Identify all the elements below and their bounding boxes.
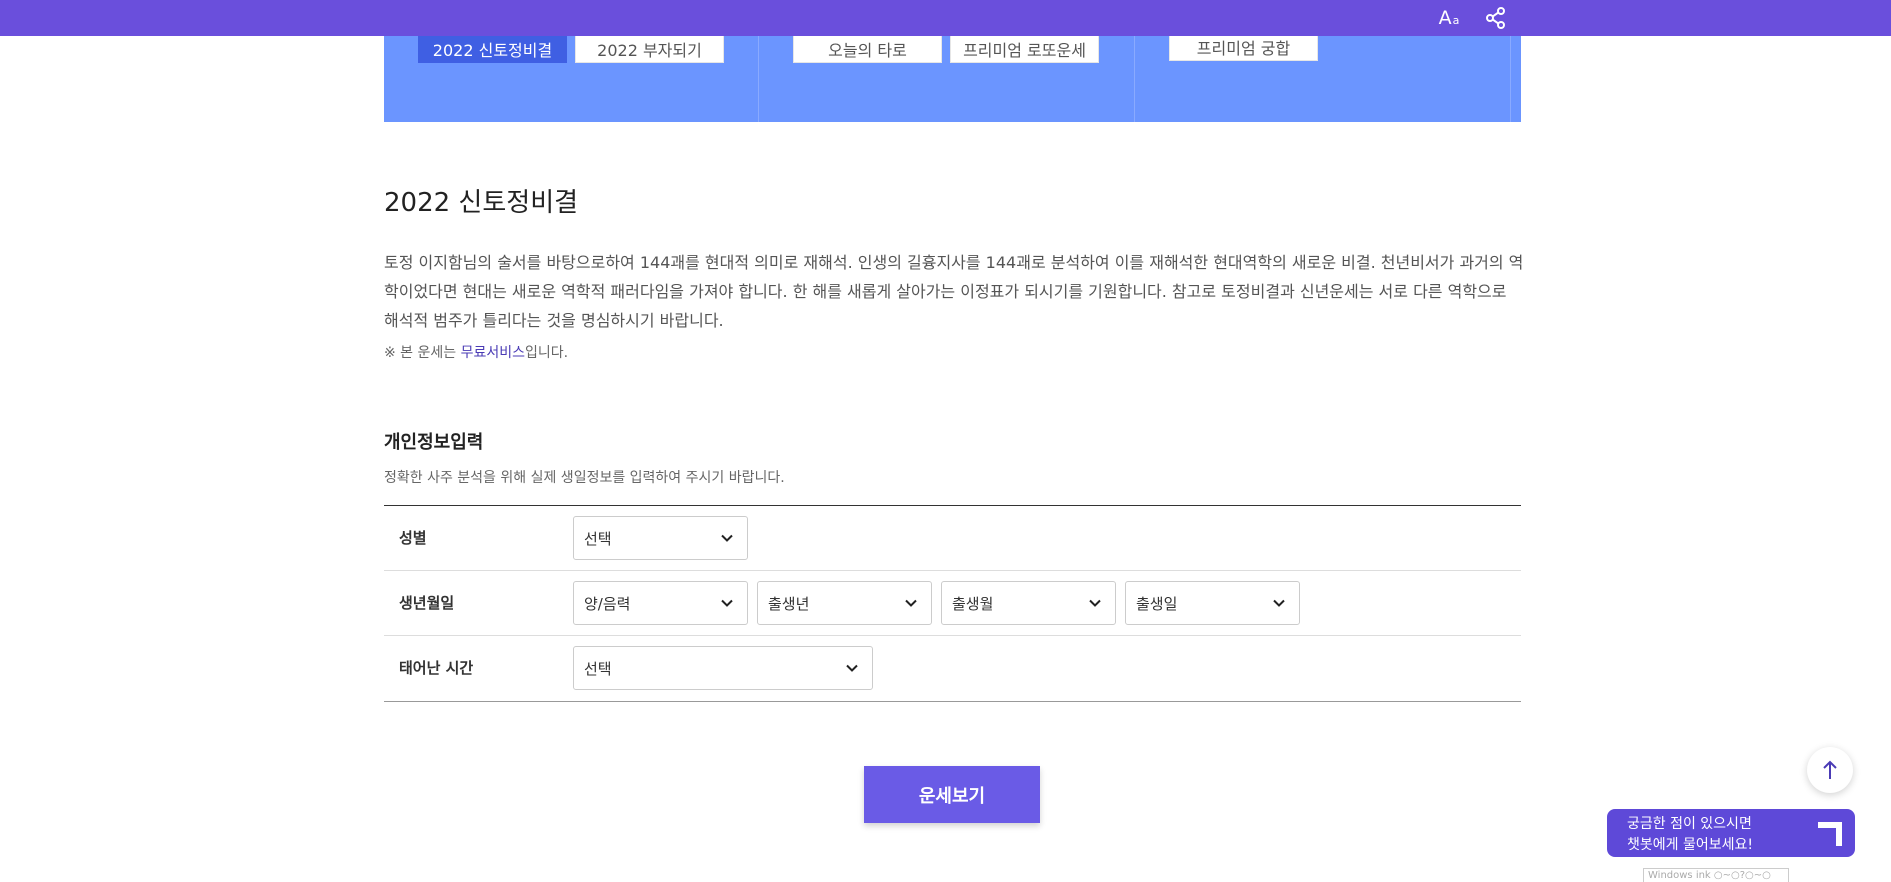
chevron-down-icon [721,599,733,607]
gender-select[interactable]: 선택 [573,516,748,560]
chevron-down-icon [1273,599,1285,607]
windows-ink-watermark: Windows ink ○~○?○~○ [1643,868,1789,882]
calendar-type-value: 양/음력 [584,594,631,613]
chatbot-icon [1818,822,1842,846]
birth-time-label: 태어난 시간 [399,659,474,677]
top-bar: Aa [0,0,1891,36]
birth-year-select[interactable]: 출생년 [757,581,932,625]
birth-month-select[interactable]: 출생월 [941,581,1116,625]
font-size-icon[interactable]: Aa [1436,6,1462,30]
banner-button-rich[interactable]: 2022 부자되기 [575,34,724,63]
chevron-down-icon [905,599,917,607]
birth-time-value: 선택 [584,659,612,678]
birth-time-row: 태어난 시간 선택 [384,636,1521,701]
page-title: 2022 신토정비결 [384,188,579,218]
view-fortune-button[interactable]: 운세보기 [864,766,1040,823]
chevron-down-icon [721,534,733,542]
calendar-type-select[interactable]: 양/음력 [573,581,748,625]
banner-button-lotto[interactable]: 프리미엄 로또운세 [950,34,1099,63]
gender-label: 성별 [399,529,427,547]
birth-day-select[interactable]: 출생일 [1125,581,1300,625]
personal-info-description: 정확한 사주 분석을 위해 실제 생일정보를 입력하여 주시기 바랍니다. [384,470,785,486]
banner-button-shintojeong[interactable]: 2022 신토정비결 [418,34,567,63]
birth-date-row: 생년월일 양/음력 출생년 출생월 출생일 [384,571,1521,636]
free-service-notice: ※ 본 운세는 무료서비스입니다. [384,342,568,362]
gender-row: 성별 선택 [384,506,1521,571]
chatbot-line-1: 궁금한 점이 있으시면 [1627,816,1752,832]
banner-button-tarot[interactable]: 오늘의 타로 [793,34,942,63]
service-description: 토정 이지함님의 술서를 바탕으로하여 144괘를 현대적 의미로 재해석. 인… [384,253,1524,330]
banner-button-compatibility[interactable]: 프리미엄 궁합 [1169,32,1318,61]
birth-date-label: 생년월일 [399,594,455,612]
birth-day-value: 출생일 [1136,594,1178,613]
personal-info-form: 성별 선택 생년월일 양/음력 출생년 출생월 출생일 태어난 시간 선택 [384,505,1521,702]
chevron-down-icon [846,664,858,672]
birth-month-value: 출생월 [952,594,994,613]
chatbot-prompt[interactable]: 궁금한 점이 있으시면 챗봇에게 물어보세요! [1607,809,1855,857]
font-size-label: A [1438,7,1452,29]
notice-prefix: ※ 본 운세는 [384,345,461,361]
birth-time-select[interactable]: 선택 [573,646,873,690]
chatbot-line-2: 챗봇에게 물어보세요! [1627,837,1753,853]
font-size-small-label: a [1452,14,1460,27]
notice-highlight: 무료서비스 [460,345,526,361]
arrow-up-icon [1823,760,1837,779]
scroll-to-top-button[interactable] [1807,747,1853,793]
gender-select-value: 선택 [584,529,612,548]
notice-suffix: 입니다. [525,345,569,361]
share-icon[interactable] [1484,6,1508,30]
chevron-down-icon [1089,599,1101,607]
personal-info-title: 개인정보입력 [384,432,484,453]
birth-year-value: 출생년 [768,594,810,613]
